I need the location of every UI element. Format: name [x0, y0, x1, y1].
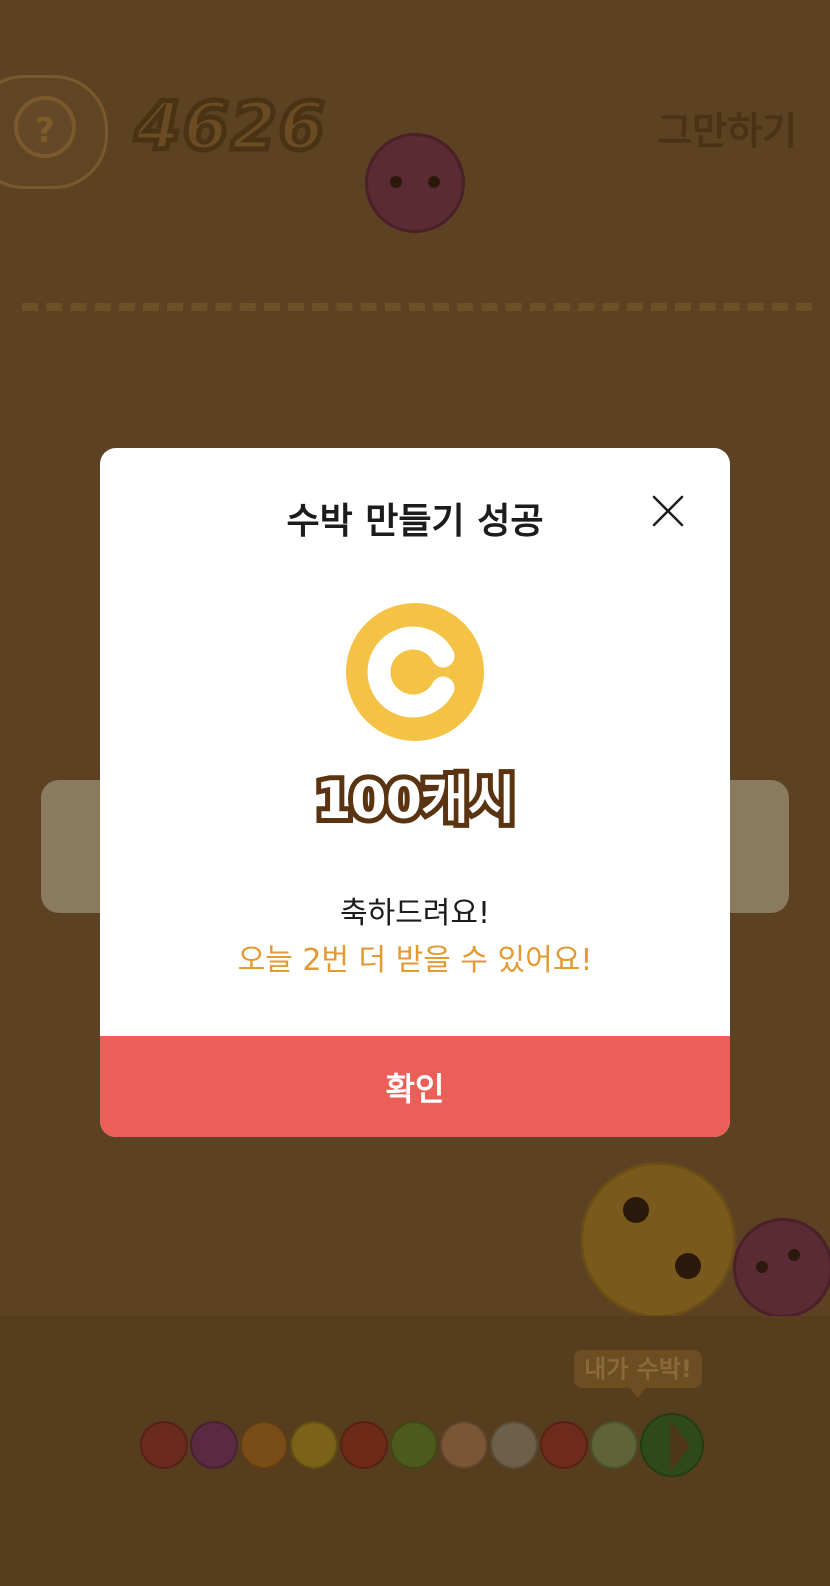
chain-tangerine-icon	[240, 1421, 288, 1469]
fruit-eye-icon	[428, 176, 440, 188]
chain-melon-icon	[590, 1421, 638, 1469]
quit-button[interactable]: 그만하기	[657, 100, 797, 155]
chain-kiwi-icon	[390, 1421, 438, 1469]
fruit-eye-icon	[756, 1261, 768, 1273]
score-display: 4626	[133, 86, 328, 168]
watermelon-tooltip: 내가 수박!	[574, 1350, 702, 1388]
chain-apple-icon	[340, 1421, 388, 1469]
chain-pear-icon	[490, 1421, 538, 1469]
chain-peach-icon	[440, 1421, 488, 1469]
confirm-button[interactable]: 확인	[100, 1036, 730, 1137]
chain-tomato-icon	[540, 1421, 588, 1469]
fruit-eye-icon	[675, 1253, 701, 1279]
limit-line	[22, 303, 812, 311]
cash-coin-icon	[346, 603, 484, 741]
fruit-eye-icon	[788, 1249, 800, 1261]
reward-modal: 수박 만들기 성공 100캐시 축하드려요! 오늘 2번 더 받을 수 있어요!…	[100, 448, 730, 1137]
chain-arrow-icon	[670, 1420, 690, 1472]
congrats-text: 축하드려요!	[339, 896, 491, 931]
fruit-evolution-chain	[140, 1413, 704, 1477]
next-fruit-plum	[365, 133, 465, 233]
close-icon[interactable]	[648, 491, 688, 531]
fruit-orange	[580, 1162, 736, 1318]
fruit-eye-icon	[390, 176, 402, 188]
chain-lemon-icon	[290, 1421, 338, 1469]
fruit-eye-icon	[623, 1197, 649, 1223]
tooltip-tail	[630, 1388, 646, 1398]
game-screen: ? 4626 그만하기 내가 수박! 수박 만들기 성공 100캐시 축하드려요…	[0, 0, 830, 1586]
reward-amount: 100캐시	[310, 766, 520, 836]
chain-cherry-icon	[140, 1421, 188, 1469]
fruit-plum	[733, 1218, 830, 1318]
help-button[interactable]: ?	[14, 96, 76, 158]
remaining-count-text: 오늘 2번 더 받을 수 있어요!	[237, 943, 593, 978]
chain-plum-icon	[190, 1421, 238, 1469]
modal-title: 수박 만들기 성공	[286, 501, 544, 542]
